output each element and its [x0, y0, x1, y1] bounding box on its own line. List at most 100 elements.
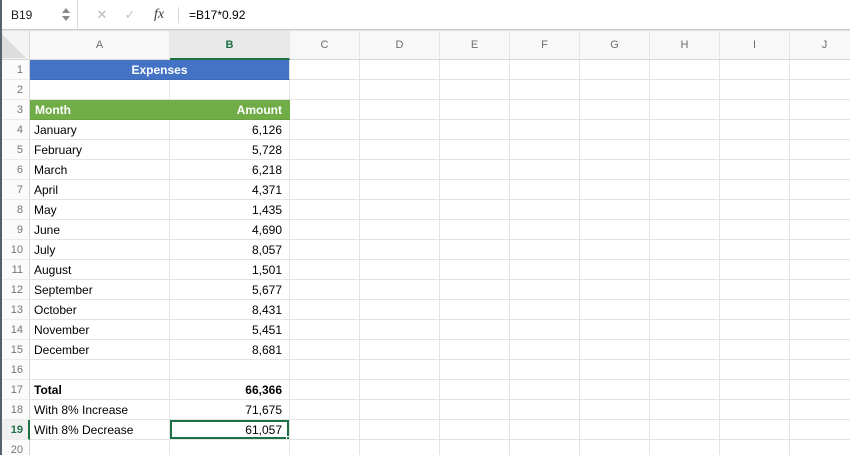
- cell-B16[interactable]: [170, 360, 290, 380]
- cell-J7[interactable]: [790, 180, 850, 200]
- cell-J6[interactable]: [790, 160, 850, 180]
- cell-I5[interactable]: [720, 140, 790, 160]
- row-header-20[interactable]: 20: [0, 440, 30, 455]
- cell-G20[interactable]: [580, 440, 650, 455]
- cell-A20[interactable]: [30, 440, 170, 455]
- cell-A13[interactable]: October: [30, 300, 170, 320]
- cell-E6[interactable]: [440, 160, 510, 180]
- cell-A11[interactable]: August: [30, 260, 170, 280]
- cell-E11[interactable]: [440, 260, 510, 280]
- cell-G12[interactable]: [580, 280, 650, 300]
- cell-G9[interactable]: [580, 220, 650, 240]
- cell-C16[interactable]: [290, 360, 360, 380]
- cell-I3[interactable]: [720, 100, 790, 120]
- column-header-A[interactable]: A: [30, 30, 170, 60]
- cell-J18[interactable]: [790, 400, 850, 420]
- cell-J3[interactable]: [790, 100, 850, 120]
- cell-H17[interactable]: [650, 380, 720, 400]
- row-header-11[interactable]: 11: [0, 260, 30, 280]
- cell-C12[interactable]: [290, 280, 360, 300]
- cell-B3[interactable]: Amount: [170, 100, 290, 120]
- cell-D9[interactable]: [360, 220, 440, 240]
- cell-B8[interactable]: 1,435: [170, 200, 290, 220]
- cell-F2[interactable]: [510, 80, 580, 100]
- cell-G7[interactable]: [580, 180, 650, 200]
- cell-H3[interactable]: [650, 100, 720, 120]
- cell-A8[interactable]: May: [30, 200, 170, 220]
- cell-E5[interactable]: [440, 140, 510, 160]
- cell-B17[interactable]: 66,366: [170, 380, 290, 400]
- cell-J1[interactable]: [790, 60, 850, 80]
- cell-D7[interactable]: [360, 180, 440, 200]
- cell-H13[interactable]: [650, 300, 720, 320]
- cell-G17[interactable]: [580, 380, 650, 400]
- row-header-18[interactable]: 18: [0, 400, 30, 420]
- cell-J9[interactable]: [790, 220, 850, 240]
- cell-D10[interactable]: [360, 240, 440, 260]
- cell-I4[interactable]: [720, 120, 790, 140]
- cell-A7[interactable]: April: [30, 180, 170, 200]
- cell-C1[interactable]: [290, 60, 360, 80]
- cell-D4[interactable]: [360, 120, 440, 140]
- cell-C8[interactable]: [290, 200, 360, 220]
- cell-A5[interactable]: February: [30, 140, 170, 160]
- cell-B14[interactable]: 5,451: [170, 320, 290, 340]
- cell-E19[interactable]: [440, 420, 510, 440]
- cell-E9[interactable]: [440, 220, 510, 240]
- cell-E8[interactable]: [440, 200, 510, 220]
- cell-B2[interactable]: [170, 80, 290, 100]
- cell-A10[interactable]: July: [30, 240, 170, 260]
- cell-H8[interactable]: [650, 200, 720, 220]
- cell-D16[interactable]: [360, 360, 440, 380]
- cell-E3[interactable]: [440, 100, 510, 120]
- cell-F3[interactable]: [510, 100, 580, 120]
- cell-B19[interactable]: 61,057: [170, 420, 290, 440]
- stepper-down-icon[interactable]: [62, 16, 70, 21]
- cell-C20[interactable]: [290, 440, 360, 455]
- cell-A15[interactable]: December: [30, 340, 170, 360]
- cell-C14[interactable]: [290, 320, 360, 340]
- cell-B15[interactable]: 8,681: [170, 340, 290, 360]
- cell-J10[interactable]: [790, 240, 850, 260]
- row-header-14[interactable]: 14: [0, 320, 30, 340]
- cell-G14[interactable]: [580, 320, 650, 340]
- column-header-B[interactable]: B: [170, 30, 290, 60]
- cell-H20[interactable]: [650, 440, 720, 455]
- column-header-E[interactable]: E: [440, 30, 510, 60]
- cell-D13[interactable]: [360, 300, 440, 320]
- cell-F15[interactable]: [510, 340, 580, 360]
- cell-H15[interactable]: [650, 340, 720, 360]
- column-header-H[interactable]: H: [650, 30, 720, 60]
- cell-H2[interactable]: [650, 80, 720, 100]
- cell-A18[interactable]: With 8% Increase: [30, 400, 170, 420]
- cell-D11[interactable]: [360, 260, 440, 280]
- cell-C2[interactable]: [290, 80, 360, 100]
- cell-F1[interactable]: [510, 60, 580, 80]
- row-header-5[interactable]: 5: [0, 140, 30, 160]
- row-header-3[interactable]: 3: [0, 100, 30, 120]
- row-header-17[interactable]: 17: [0, 380, 30, 400]
- row-header-8[interactable]: 8: [0, 200, 30, 220]
- cell-I9[interactable]: [720, 220, 790, 240]
- cell-J19[interactable]: [790, 420, 850, 440]
- cell-C5[interactable]: [290, 140, 360, 160]
- cell-B6[interactable]: 6,218: [170, 160, 290, 180]
- cell-H7[interactable]: [650, 180, 720, 200]
- row-header-1[interactable]: 1: [0, 60, 30, 80]
- cell-J8[interactable]: [790, 200, 850, 220]
- row-header-13[interactable]: 13: [0, 300, 30, 320]
- cell-G10[interactable]: [580, 240, 650, 260]
- cell-E17[interactable]: [440, 380, 510, 400]
- cell-F7[interactable]: [510, 180, 580, 200]
- cell-C7[interactable]: [290, 180, 360, 200]
- column-header-C[interactable]: C: [290, 30, 360, 60]
- cell-E20[interactable]: [440, 440, 510, 455]
- stepper-up-icon[interactable]: [62, 8, 70, 13]
- cell-C13[interactable]: [290, 300, 360, 320]
- cell-H10[interactable]: [650, 240, 720, 260]
- cell-E16[interactable]: [440, 360, 510, 380]
- cell-name-box[interactable]: B19: [0, 0, 78, 30]
- cell-F13[interactable]: [510, 300, 580, 320]
- cell-H18[interactable]: [650, 400, 720, 420]
- cell-A3[interactable]: Month: [30, 100, 170, 120]
